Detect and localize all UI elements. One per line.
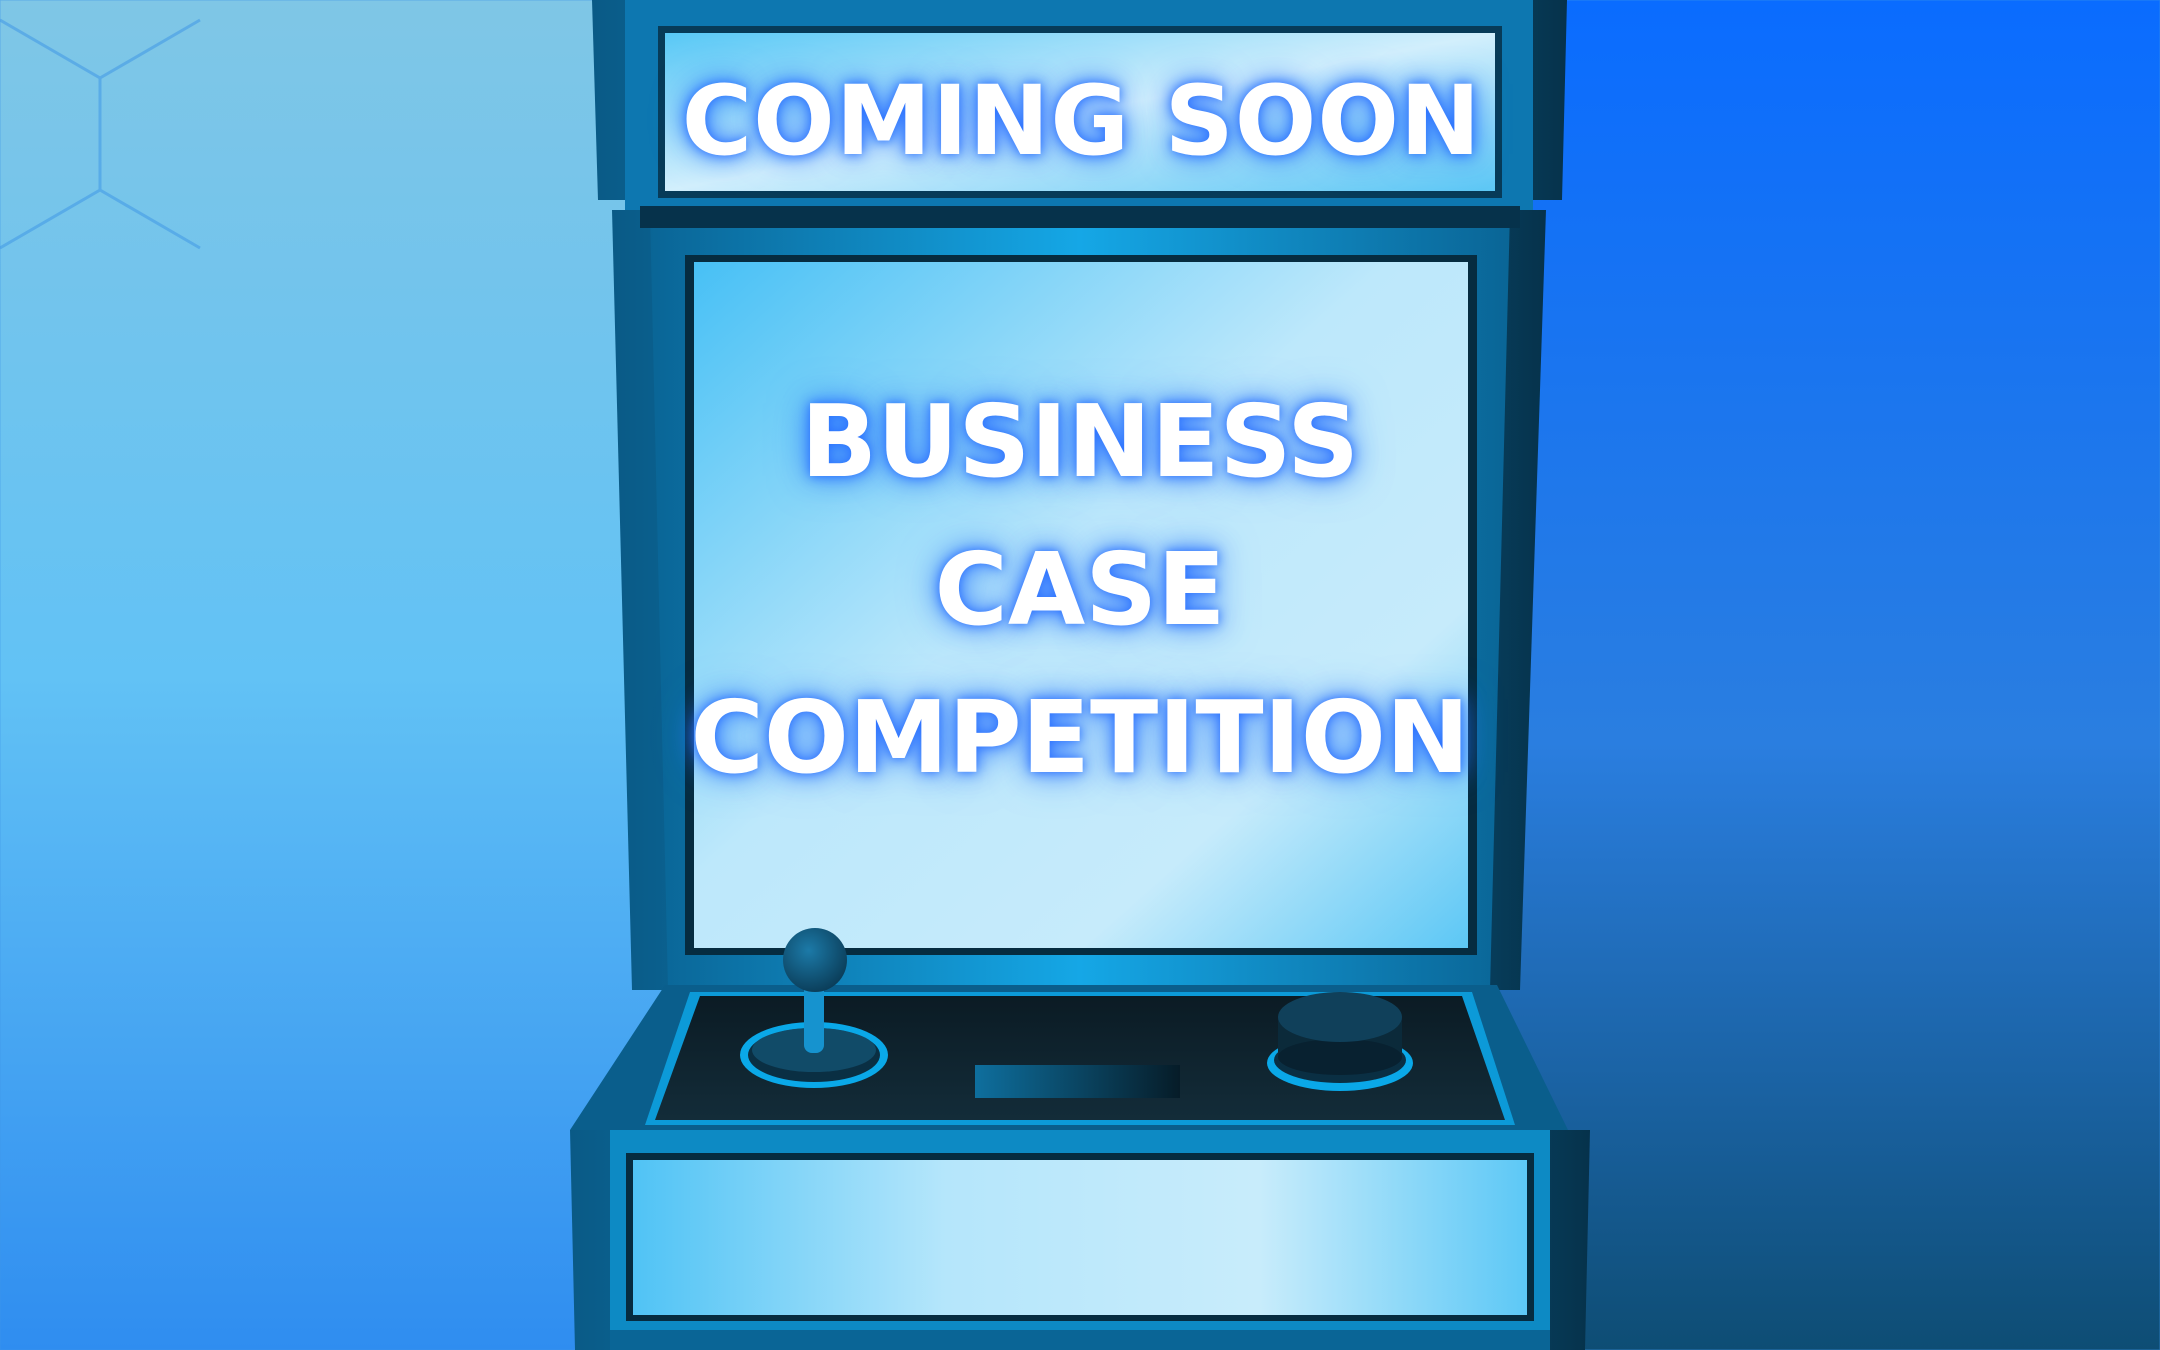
- screen-headline: BUSINESS CASE COMPETITION: [690, 380, 1470, 800]
- headline-line-3: COMPETITION: [690, 679, 1470, 796]
- headline-line-2: CASE: [934, 531, 1226, 648]
- marquee-title: COMING SOON: [681, 64, 1482, 177]
- headline-line-1: BUSINESS: [800, 383, 1360, 500]
